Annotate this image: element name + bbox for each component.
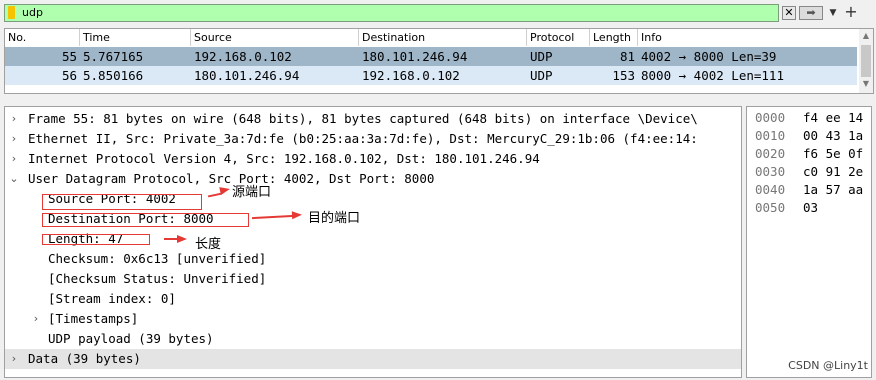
column-header-time[interactable]: Time [80,29,191,46]
hex-row[interactable]: 0000 f4 ee 14 [747,109,871,127]
tree-item-frame[interactable]: › Frame 55: 81 bytes on wire (648 bits),… [5,109,741,129]
hex-offset: 0050 [755,200,786,215]
display-filter-input[interactable]: udp [4,4,779,22]
column-header-protocol[interactable]: Protocol [527,29,590,46]
cell-time: 5.767165 [83,49,144,64]
filter-text[interactable]: udp [22,6,43,19]
destination-port-annotation: 目的端口 [308,211,361,226]
source-port-highlight-box [42,194,202,210]
tree-item-checksum[interactable]: Checksum: 0x6c13 [unverified] [5,249,741,269]
watermark: CSDN @Liny1t [788,359,868,372]
cell-info: 4002 → 8000 Len=39 [641,49,777,64]
packet-bytes-pane: 0000 f4 ee 14 0010 00 43 1a 0020 f6 5e 0… [746,106,872,378]
column-header-length[interactable]: Length [590,29,638,46]
cell-destination: 180.101.246.94 [362,49,468,64]
length-arrow-head [177,235,187,243]
tree-item-label: UDP payload (39 bytes) [48,331,214,346]
cell-source: 180.101.246.94 [194,68,300,83]
cell-info: 8000 → 4002 Len=111 [641,68,784,83]
packet-list-scrollbar[interactable]: ▲ ▼ [859,29,873,93]
filter-bookmark-icon[interactable] [8,6,15,19]
tree-item-label: [Checksum Status: Unverified] [48,271,267,286]
hex-bytes: 00 43 1a [803,128,864,143]
packet-row[interactable]: 56 5.850166 180.101.246.94 192.168.0.102… [5,66,857,85]
hex-offset: 0010 [755,128,786,143]
column-header-destination[interactable]: Destination [359,29,527,46]
hex-bytes: f6 5e 0f [803,146,864,161]
cell-no: 56 [61,68,77,83]
cell-protocol: UDP [530,68,553,83]
chevron-right-icon[interactable]: › [7,109,21,129]
tree-item-udp[interactable]: ⌄ User Datagram Protocol, Src Port: 4002… [5,169,741,189]
scroll-up-icon[interactable]: ▲ [861,31,871,43]
display-filter-toolbar: udp ✕ ➡ ▼ + [0,0,876,28]
length-highlight-box [42,234,150,245]
column-header-source[interactable]: Source [191,29,359,46]
tree-item-checksum-status[interactable]: [Checksum Status: Unverified] [5,269,741,289]
tree-item-stream-index[interactable]: [Stream index: 0] [5,289,741,309]
chevron-right-icon[interactable]: › [7,149,21,169]
tree-item-label: Internet Protocol Version 4, Src: 192.16… [28,151,540,166]
hex-bytes: c0 91 2e [803,164,864,179]
hex-offset: 0030 [755,164,786,179]
chevron-right-icon[interactable]: › [7,349,21,369]
cell-protocol: UDP [530,49,553,64]
length-arrow-line [164,238,178,240]
destination-port-arrow-head [291,210,303,220]
hex-offset: 0000 [755,110,786,125]
tree-item-payload[interactable]: UDP payload (39 bytes) [5,329,741,349]
hex-row[interactable]: 0030 c0 91 2e [747,163,871,181]
chevron-right-icon[interactable]: › [29,309,43,329]
cell-no: 55 [61,49,77,64]
tree-item-label: Data (39 bytes) [28,351,141,366]
column-header-info[interactable]: Info [638,29,857,46]
hex-row[interactable]: 0050 03 [747,199,871,217]
hex-bytes: 03 [803,200,819,215]
chevron-right-icon[interactable]: › [7,129,21,149]
hex-row[interactable]: 0040 1a 57 aa [747,181,871,199]
apply-filter-button[interactable]: ➡ [799,6,823,20]
column-header-no[interactable]: No. [5,29,80,46]
cell-length: 153 [612,68,635,83]
scrollbar-thumb[interactable] [861,45,871,77]
chevron-down-icon[interactable]: ⌄ [7,169,21,189]
scroll-down-icon[interactable]: ▼ [861,79,871,91]
hex-bytes: 1a 57 aa [803,182,864,197]
tree-item-label: Checksum: 0x6c13 [unverified] [48,251,267,266]
tree-item-timestamps[interactable]: › [Timestamps] [5,309,741,329]
tree-item-label: Ethernet II, Src: Private_3a:7d:fe (b0:2… [28,131,698,146]
source-port-annotation: 源端口 [232,185,272,200]
cell-destination: 192.168.0.102 [362,68,460,83]
hex-row[interactable]: 0010 00 43 1a [747,127,871,145]
tree-item-data[interactable]: › Data (39 bytes) [5,349,741,369]
packet-row[interactable]: 55 5.767165 192.168.0.102 180.101.246.94… [5,47,857,66]
tree-item-label: [Timestamps] [48,311,139,326]
cell-time: 5.850166 [83,68,144,83]
hex-bytes: f4 ee 14 [803,110,864,125]
length-annotation: 长度 [195,237,222,252]
tree-item-ip[interactable]: › Internet Protocol Version 4, Src: 192.… [5,149,741,169]
destination-port-highlight-box [42,213,249,227]
clear-filter-button[interactable]: ✕ [782,6,796,20]
hex-row[interactable]: 0020 f6 5e 0f [747,145,871,163]
hex-offset: 0040 [755,182,786,197]
tree-item-label: [Stream index: 0] [48,291,176,306]
tree-item-label: Frame 55: 81 bytes on wire (648 bits), 8… [28,111,698,126]
cell-source: 192.168.0.102 [194,49,292,64]
add-filter-button[interactable]: + [843,3,859,21]
tree-item-ethernet[interactable]: › Ethernet II, Src: Private_3a:7d:fe (b0… [5,129,741,149]
hex-offset: 0020 [755,146,786,161]
filter-history-dropdown-icon[interactable]: ▼ [825,6,841,20]
packet-list: No. Time Source Destination Protocol Len… [4,28,874,94]
cell-length: 81 [619,49,635,64]
